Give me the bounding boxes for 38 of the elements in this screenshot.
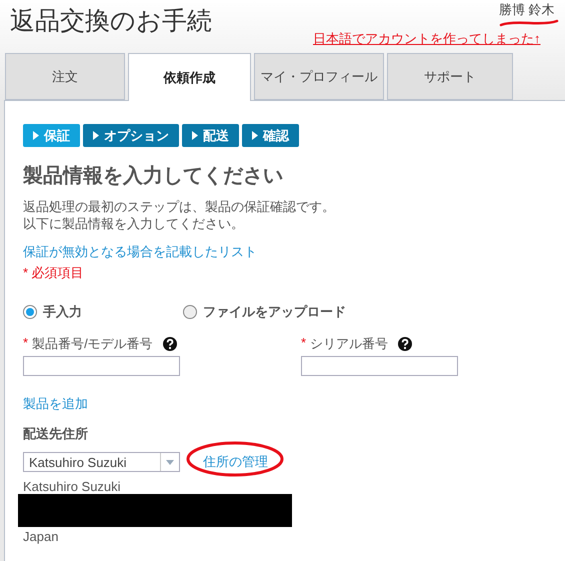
radio-label: ファイルをアップロード [203, 303, 346, 321]
required-note: * 必須項目 [23, 264, 85, 282]
address-select[interactable]: Katsuhiro Suzuki [23, 452, 180, 472]
triangle-icon [252, 131, 258, 140]
required-mark: * [301, 335, 306, 352]
field-label: シリアル番号 [310, 335, 388, 353]
user-name[interactable]: 勝博 鈴木 [499, 1, 555, 19]
help-icon[interactable] [162, 337, 177, 351]
tab[interactable]: マイ・プロフィール [254, 53, 384, 100]
step-button[interactable]: オプション [83, 124, 179, 147]
caret-icon [166, 460, 174, 464]
radio-button[interactable] [23, 305, 37, 319]
address-line: Japan [23, 529, 60, 544]
annotation-link[interactable]: 日本語でアカウントを作ってしまった↑ [313, 30, 540, 48]
intro-text: 以下に製品情報を入力してください。 [23, 215, 245, 232]
address-line: Katsuhiro Suzuki [23, 479, 122, 494]
shipping-label: 配送先住所 [23, 425, 89, 443]
triangle-icon [93, 131, 99, 140]
field-label: 製品番号/モデル番号 [32, 335, 153, 353]
tab[interactable]: サポート [387, 53, 513, 100]
step-button[interactable]: 保証 [23, 124, 80, 147]
input-field[interactable] [301, 356, 458, 376]
triangle-icon [192, 131, 198, 140]
step-button[interactable]: 配送 [182, 124, 239, 147]
triangle-icon [33, 131, 39, 140]
intro-text: 返品処理の最初のステップは、製品の保証確認です。 [23, 198, 336, 215]
radio-button[interactable] [183, 305, 197, 319]
add-product-link[interactable]: 製品を追加 [23, 395, 88, 413]
tab[interactable]: 注文 [5, 53, 125, 100]
section-heading: 製品情報を入力してください [23, 164, 284, 189]
warranty-link[interactable]: 保証が無効となる場合を記載したリスト [23, 243, 257, 261]
help-icon[interactable] [398, 337, 412, 351]
radio-label: 手入力 [43, 303, 82, 321]
page-title: 返品交換のお手続 [10, 6, 212, 37]
tab[interactable]: 依頼作成 [128, 53, 251, 101]
step-button[interactable]: 確認 [242, 124, 299, 147]
input-field[interactable] [23, 356, 180, 376]
required-mark: * [23, 335, 28, 352]
